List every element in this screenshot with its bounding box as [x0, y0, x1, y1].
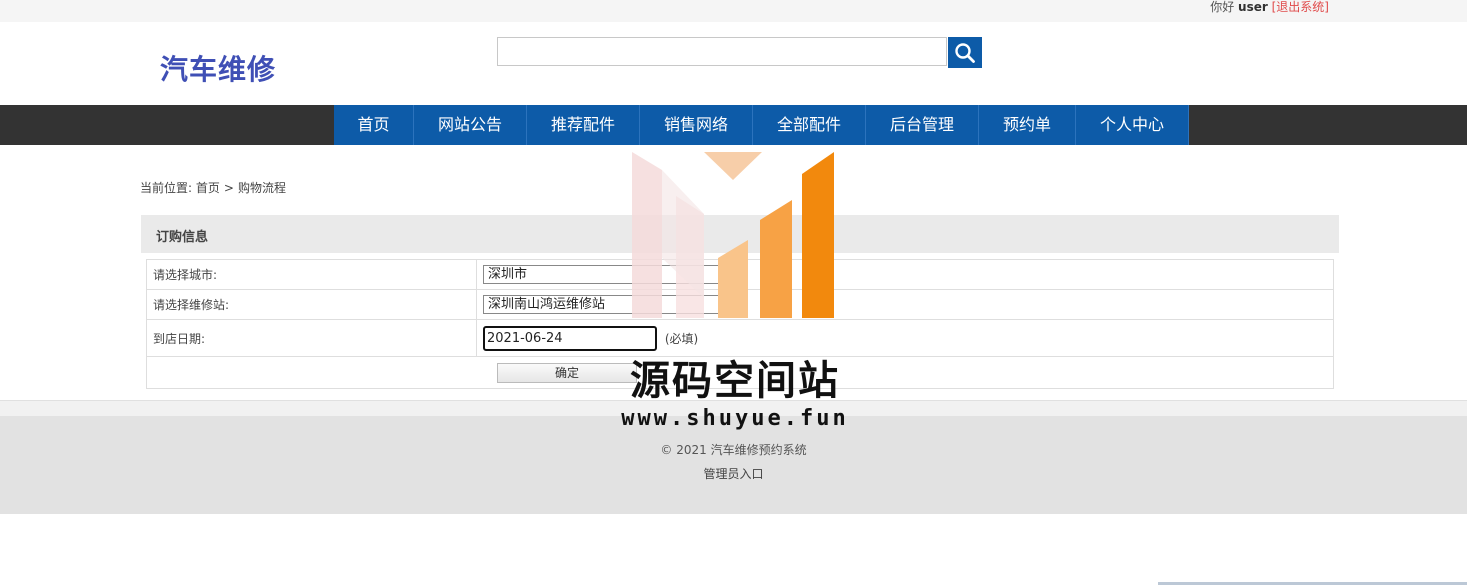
breadcrumb-home[interactable]: 首页: [196, 181, 220, 195]
breadcrumb-current: 购物流程: [237, 181, 286, 195]
search-input[interactable]: [497, 37, 947, 66]
watermark-url: www.shuyue.fun: [621, 406, 849, 431]
greeting-text: 你好: [1210, 0, 1235, 14]
top-bar: 你好 user [退出系统]: [0, 0, 1467, 22]
copyright-text: © 2021 汽车维修预约系统: [660, 443, 807, 457]
nav-item-home[interactable]: 首页: [334, 105, 414, 145]
breadcrumb-prefix: 当前位置:: [140, 181, 193, 195]
nav-item-admin[interactable]: 后台管理: [866, 105, 979, 145]
watermark: 源码空间站 www.shuyue.fun: [600, 148, 870, 438]
admin-entry-link[interactable]: 管理员入口: [0, 465, 1467, 482]
header: 汽车维修: [0, 22, 1467, 105]
nav-item-profile[interactable]: 个人中心: [1076, 105, 1189, 145]
nav-item-recommended-parts[interactable]: 推荐配件: [527, 105, 640, 145]
station-label: 请选择维修站:: [146, 289, 477, 320]
breadcrumb: 当前位置: 首页 > 购物流程: [140, 179, 286, 196]
logout-link[interactable]: [退出系统]: [1272, 0, 1329, 14]
nav-menu: 首页 网站公告 推荐配件 销售网络 全部配件 后台管理 预约单 个人中心: [334, 105, 1189, 145]
username: user: [1238, 0, 1268, 14]
search-button[interactable]: [948, 37, 982, 68]
panel-title: 订购信息: [156, 230, 209, 245]
nav-item-announcements[interactable]: 网站公告: [414, 105, 527, 145]
search-icon: [955, 42, 975, 63]
nav-item-all-parts[interactable]: 全部配件: [753, 105, 866, 145]
site-logo[interactable]: 汽车维修: [160, 48, 276, 88]
breadcrumb-separator: >: [223, 181, 234, 195]
main-nav: 首页 网站公告 推荐配件 销售网络 全部配件 后台管理 预约单 个人中心: [0, 105, 1467, 145]
nav-item-appointments[interactable]: 预约单: [979, 105, 1076, 145]
date-label: 到店日期:: [146, 319, 477, 357]
city-label: 请选择城市:: [146, 259, 477, 290]
nav-item-sales-network[interactable]: 销售网络: [640, 105, 753, 145]
user-greeting: 你好 user [退出系统]: [1210, 0, 1329, 14]
watermark-title: 源码空间站: [630, 358, 840, 404]
watermark-logo-icon: [632, 152, 834, 318]
